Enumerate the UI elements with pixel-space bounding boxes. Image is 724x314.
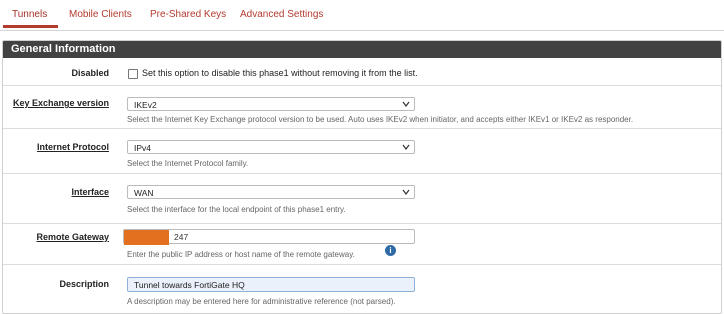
internet-protocol-select[interactable]: IPv4	[127, 140, 415, 154]
description-value: Tunnel towards FortiGate HQ	[134, 280, 245, 290]
remote-gateway-input[interactable]: 247	[123, 229, 415, 245]
key-exchange-row: Key Exchange version IKEv2 Select the In…	[3, 85, 721, 128]
description-label: Description	[59, 279, 109, 289]
disabled-label: Disabled	[71, 68, 109, 78]
internet-protocol-label: Internet Protocol	[36, 142, 109, 152]
chevron-down-icon	[402, 144, 410, 150]
key-exchange-label: Key Exchange version	[12, 98, 109, 108]
key-exchange-select[interactable]: IKEv2	[127, 97, 415, 111]
interface-help: Select the interface for the local endpo…	[127, 205, 346, 214]
internet-protocol-help: Select the Internet Protocol family.	[127, 159, 249, 168]
description-row: Description Tunnel towards FortiGate HQ …	[3, 264, 721, 313]
interface-label: Interface	[71, 187, 109, 197]
info-icon[interactable]: i	[385, 245, 396, 256]
remote-gateway-label: Remote Gateway	[36, 232, 109, 242]
active-tab-indicator	[3, 25, 58, 28]
chevron-down-icon	[402, 189, 410, 195]
description-help: A description may be entered here for ad…	[127, 297, 396, 306]
chevron-down-icon	[402, 101, 410, 107]
general-information-panel: General Information Disabled Set this op…	[2, 40, 722, 314]
tab-mobile-clients[interactable]: Mobile Clients	[69, 9, 132, 20]
section-title: General Information	[3, 41, 721, 58]
tab-advanced-settings[interactable]: Advanced Settings	[240, 9, 323, 20]
interface-select[interactable]: WAN	[127, 185, 415, 199]
disabled-checkbox[interactable]	[128, 69, 138, 79]
remote-gateway-value: 247	[174, 232, 189, 242]
description-input[interactable]: Tunnel towards FortiGate HQ	[127, 277, 415, 292]
internet-protocol-value: IPv4	[134, 143, 152, 153]
remote-gateway-row: Remote Gateway 247 Enter the public IP a…	[3, 223, 721, 264]
remote-gateway-help: Enter the public IP address or host name…	[127, 250, 355, 259]
interface-row: Interface WAN Select the interface for t…	[3, 173, 721, 223]
tab-tunnels[interactable]: Tunnels	[12, 9, 47, 20]
disabled-checkbox-text: Set this option to disable this phase1 w…	[142, 68, 418, 78]
tab-bar: Tunnels Mobile Clients Pre-Shared Keys A…	[0, 0, 724, 31]
key-exchange-help: Select the Internet Key Exchange protoco…	[127, 115, 634, 124]
interface-value: WAN	[134, 188, 154, 198]
tab-pre-shared-keys[interactable]: Pre-Shared Keys	[150, 9, 226, 20]
key-exchange-value: IKEv2	[134, 100, 157, 110]
internet-protocol-row: Internet Protocol IPv4 Select the Intern…	[3, 128, 721, 173]
redaction-block	[124, 230, 169, 245]
disabled-row: Disabled Set this option to disable this…	[3, 59, 721, 84]
